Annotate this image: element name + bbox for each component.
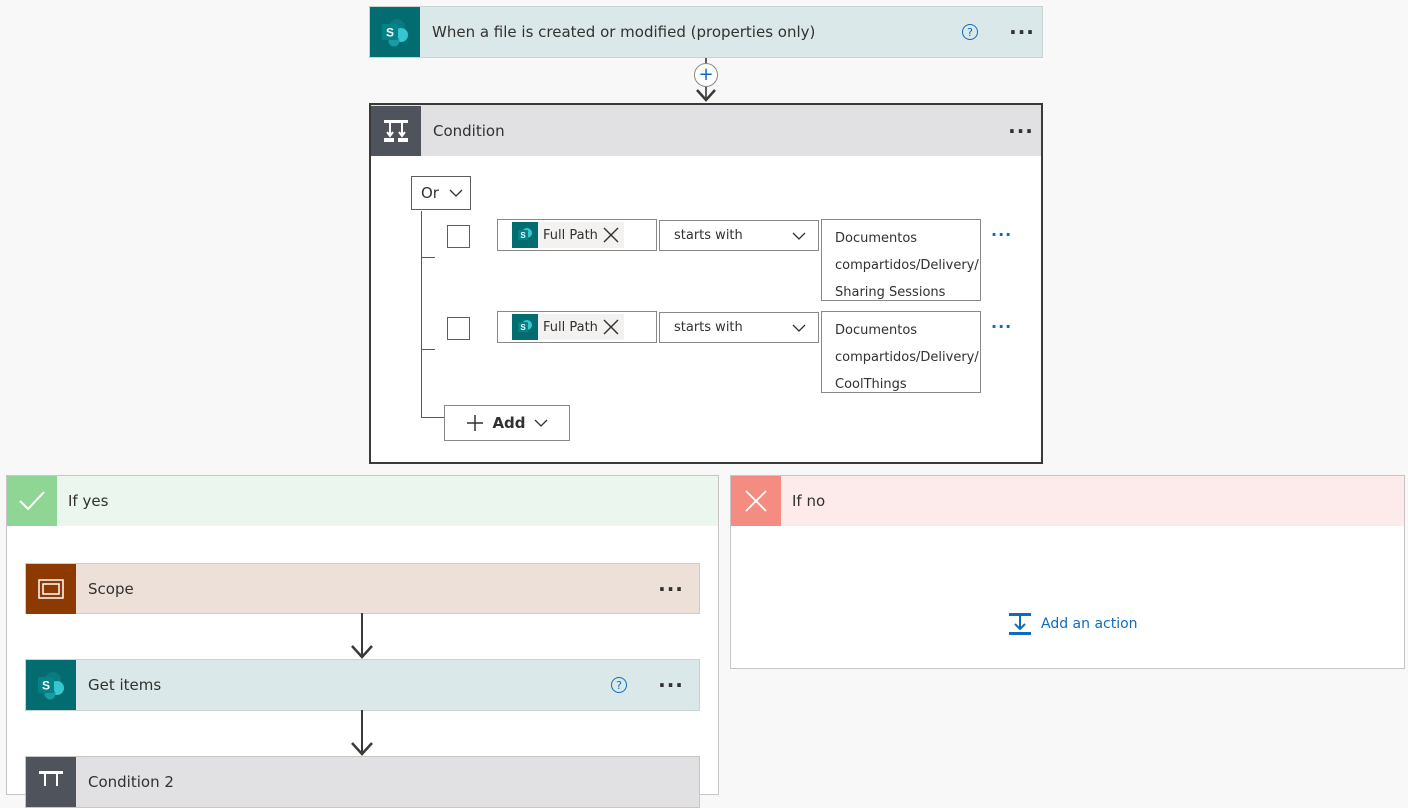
token-label: Full Path [543,319,598,335]
row-checkbox[interactable] [447,225,470,248]
row-checkbox[interactable] [447,317,470,340]
more-options-button[interactable]: ··· [651,579,691,599]
add-action-label: Add an action [1041,616,1138,632]
help-icon[interactable]: ? [611,677,627,693]
condition-icon [371,105,421,156]
sharepoint-icon: S [370,7,420,57]
condition-icon [26,757,76,807]
value-line: Sharing Sessions [835,285,946,300]
close-icon[interactable] [602,318,620,336]
add-an-action-button[interactable]: Add an action [1008,612,1138,636]
condition-2-card[interactable]: Condition 2 [25,756,700,808]
help-icon[interactable]: ? [962,24,978,40]
add-row-button[interactable]: Add [444,405,570,441]
chevron-down-icon [534,419,548,427]
scope-icon [26,563,76,614]
if-no-branch: If no [730,475,1405,669]
if-yes-title: If yes [68,492,109,510]
add-label: Add [492,414,526,432]
group-operator-value: Or [421,184,439,202]
sharepoint-icon: S [512,222,538,248]
tree-line [421,211,422,418]
trigger-title: When a file is created or modified (prop… [432,23,816,41]
get-items-title: Get items [88,676,162,694]
value-line: Documentos [835,231,918,246]
tree-line [421,349,435,350]
sharepoint-icon: S [26,660,76,710]
row-more-options-button[interactable]: ··· [991,317,1012,336]
checkmark-icon [7,476,57,526]
operator-value: starts with [674,320,743,335]
svg-text:S: S [520,323,526,332]
close-icon [731,476,781,526]
value-line: compartidos/Delivery/ [835,350,979,365]
chevron-down-icon [792,232,806,240]
condition-operator-dropdown[interactable]: starts with [659,312,819,343]
group-operator-dropdown[interactable]: Or [411,176,471,210]
chevron-down-icon [449,189,463,197]
condition-title: Condition [433,121,505,140]
tree-line [421,417,444,418]
connector-arrow [351,710,373,756]
if-no-title: If no [792,492,826,510]
dynamic-content-token[interactable]: S Full Path [512,314,624,340]
close-icon[interactable] [602,226,620,244]
value-line: CoolThings [835,377,907,392]
if-no-header: If no [731,476,1404,526]
svg-text:S: S [42,679,50,693]
condition-header[interactable]: Condition ··· [371,105,1041,156]
condition-right-operand[interactable]: Documentos compartidos/Delivery/ Sharing… [821,219,981,301]
condition-operator-dropdown[interactable]: starts with [659,220,819,251]
dynamic-content-token[interactable]: S Full Path [512,222,624,248]
operator-value: starts with [674,228,743,243]
value-line: compartidos/Delivery/ [835,258,979,273]
trigger-card[interactable]: S When a file is created or modified (pr… [369,6,1043,58]
more-options-button[interactable]: ··· [1002,22,1042,42]
connector-arrow [351,613,373,659]
insert-step-button[interactable]: + [694,63,718,87]
get-items-card[interactable]: S Get items ? ··· [25,659,700,711]
add-action-icon [1009,613,1031,635]
condition-2-title: Condition 2 [88,773,174,791]
svg-text:S: S [520,231,526,240]
svg-text:S: S [386,26,394,40]
condition-card: Condition ··· Or S Full Path starts with… [369,103,1043,464]
if-yes-header: If yes [7,476,718,526]
tree-line [421,257,435,258]
scope-title: Scope [88,579,134,598]
row-more-options-button[interactable]: ··· [991,225,1012,244]
chevron-down-icon [792,324,806,332]
value-line: Documentos [835,323,918,338]
scope-card[interactable]: Scope ··· [25,563,700,614]
more-options-button[interactable]: ··· [651,675,691,695]
condition-left-operand[interactable]: S Full Path [497,219,657,251]
sharepoint-icon: S [512,314,538,340]
token-label: Full Path [543,227,598,243]
more-options-button[interactable]: ··· [1001,121,1041,141]
condition-right-operand[interactable]: Documentos compartidos/Delivery/ CoolThi… [821,311,981,393]
condition-left-operand[interactable]: S Full Path [497,311,657,343]
plus-icon [467,415,484,431]
